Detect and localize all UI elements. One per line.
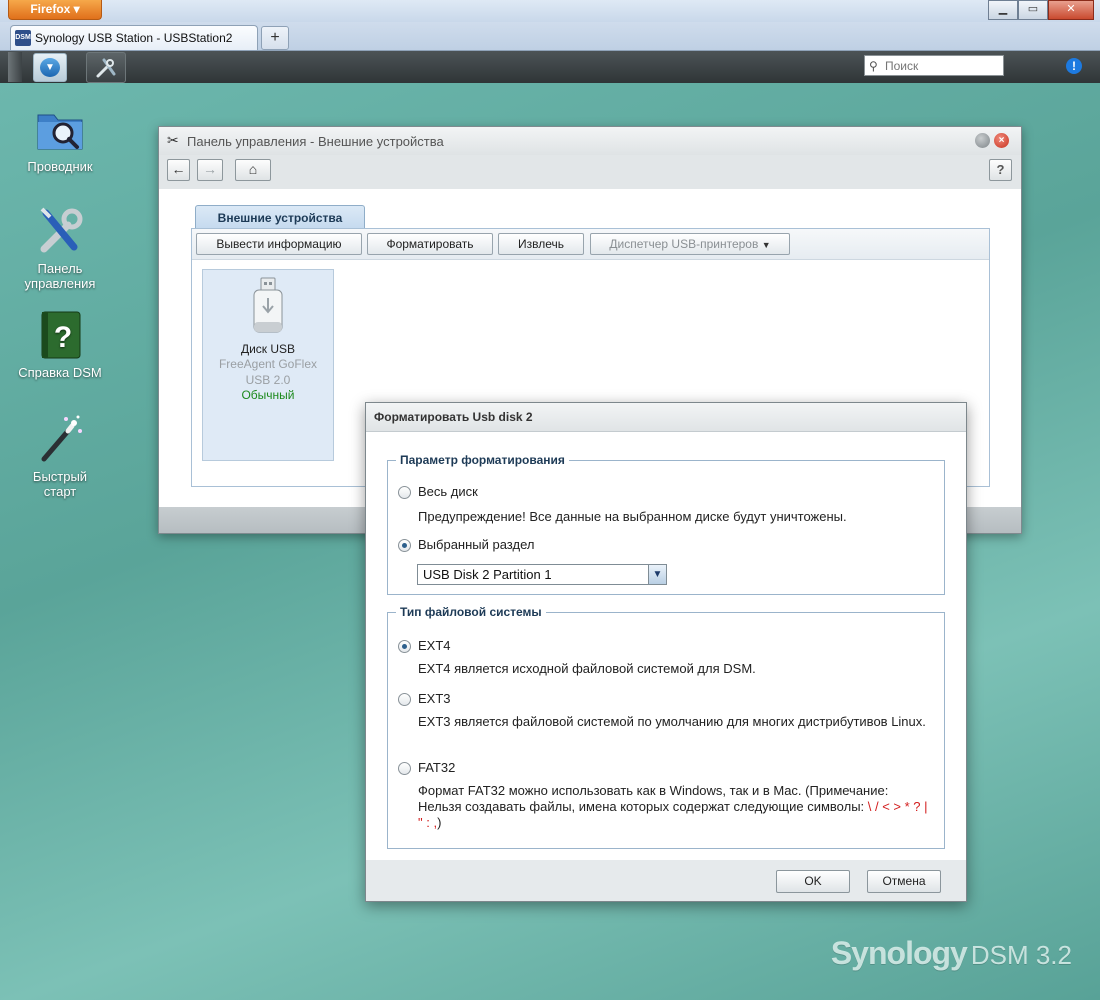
firefox-menu-button[interactable]: Firefox ▾: [8, 0, 102, 20]
browser-tab[interactable]: DSM Synology USB Station - USBStation2: [10, 25, 258, 50]
ext3-radio[interactable]: [398, 693, 411, 706]
selected-partition-label: Выбранный раздел: [418, 537, 535, 552]
format-options-group: Параметр форматирования Весь диск Предуп…: [387, 453, 945, 595]
desktop-icon-control-panel[interactable]: Панель управления: [15, 205, 105, 291]
home-button[interactable]: ⌂: [235, 159, 271, 181]
minimize-window-button[interactable]: [975, 133, 990, 148]
search-input[interactable]: [883, 58, 1002, 73]
brand-version: DSM 3.2: [970, 940, 1072, 970]
whole-disk-radio[interactable]: [398, 486, 411, 499]
close-window-button[interactable]: ×: [994, 133, 1009, 148]
dialog-title: Форматировать Usb disk 2: [374, 410, 533, 424]
help-icon: ?: [34, 309, 86, 361]
tools-icon: [96, 58, 116, 78]
ext3-description: EXT3 является файловой системой по умолч…: [418, 714, 926, 729]
dropdown-arrow-icon: ▼: [761, 240, 771, 250]
ext4-radio[interactable]: [398, 640, 411, 653]
forward-button[interactable]: →: [197, 159, 223, 181]
home-icon: ⌂: [248, 161, 258, 177]
filesystem-legend: Тип файловой системы: [396, 605, 546, 619]
fat32-radio[interactable]: [398, 762, 411, 775]
usb-printer-manager-button[interactable]: Диспетчер USB-принтеров ▼: [590, 233, 790, 255]
device-status: Обычный: [241, 388, 295, 402]
tab-external-devices[interactable]: Внешние устройства: [195, 205, 365, 230]
format-button[interactable]: Форматировать: [367, 233, 493, 255]
close-window-button[interactable]: ✕: [1048, 0, 1094, 20]
ext4-description: EXT4 является исходной файловой системой…: [418, 661, 756, 676]
back-button[interactable]: ←: [167, 159, 190, 181]
dsm-taskbar: ▼ ⚲ !: [0, 51, 1100, 84]
maximize-button[interactable]: ▭: [1018, 0, 1048, 20]
partition-select[interactable]: USB Disk 2 Partition 1 ▼: [417, 564, 667, 585]
eject-button[interactable]: Извлечь: [498, 233, 584, 255]
taskbar-grip: [8, 52, 22, 82]
printer-manager-label: Диспетчер USB-принтеров: [609, 237, 759, 251]
desktop-icon-label: Панель управления: [24, 261, 96, 291]
ext3-label: EXT3: [418, 691, 451, 706]
arrow-right-icon: →: [203, 161, 217, 177]
format-dialog: Форматировать Usb disk 2 Параметр формат…: [365, 402, 967, 902]
filesystem-group: Тип файловой системы EXT4 EXT4 является …: [387, 605, 945, 849]
format-options-legend: Параметр форматирования: [396, 453, 569, 467]
desktop-icon-file-browser[interactable]: Проводник: [15, 103, 105, 174]
usb-device-card[interactable]: Диск USB FreeAgent GoFlex USB 2.0 Обычны…: [202, 269, 334, 461]
dialog-footer: OK Отмена: [366, 860, 966, 901]
selected-partition-radio[interactable]: [398, 539, 411, 552]
window-title: Панель управления - Внешние устройства: [187, 134, 444, 149]
brand-name: Synology: [830, 935, 968, 971]
quick-start-icon: [34, 413, 86, 465]
minimize-button[interactable]: ▁: [988, 0, 1018, 20]
partition-select-value: USB Disk 2 Partition 1: [423, 567, 552, 582]
control-panel-icon: [34, 205, 86, 257]
synology-brand: Synology DSM 3.2: [831, 935, 1072, 972]
usb-drive-icon: [251, 276, 285, 336]
main-menu-button[interactable]: ▼: [33, 53, 67, 82]
chevron-down-icon[interactable]: ▼: [648, 565, 666, 584]
desktop-icon-label: Проводник: [27, 159, 93, 174]
chevron-down-icon: ▼: [40, 58, 60, 77]
file-browser-icon: [34, 103, 86, 155]
tools-icon: ✂: [167, 132, 179, 148]
new-tab-button[interactable]: +: [261, 26, 289, 50]
desktop-icon-quick-start[interactable]: Быстрый старт: [15, 413, 105, 499]
help-button[interactable]: ?: [989, 159, 1012, 181]
desktop-icon-label: Справка DSM: [18, 365, 102, 380]
cancel-button[interactable]: Отмена: [867, 870, 941, 893]
dialog-body: Параметр форматирования Весь диск Предуп…: [366, 432, 966, 860]
desktop-icon-help[interactable]: ? Справка DSM: [15, 309, 105, 380]
whole-disk-warning: Предупреждение! Все данные на выбранном …: [418, 509, 847, 524]
show-info-button[interactable]: Вывести информацию: [196, 233, 362, 255]
fat32-description: Формат FAT32 можно использовать как в Wi…: [418, 783, 930, 831]
browser-titlebar: Firefox ▾ ▁ ▭ ✕: [0, 0, 1100, 22]
dialog-titlebar[interactable]: Форматировать Usb disk 2: [366, 403, 966, 432]
firefox-menu-label: Firefox: [30, 2, 71, 16]
browser-tabbar: DSM Synology USB Station - USBStation2 +: [0, 22, 1100, 51]
tab-title: Synology USB Station - USBStation2: [35, 31, 233, 45]
window-titlebar[interactable]: ✂ Панель управления - Внешние устройства…: [159, 127, 1021, 155]
devices-toolbar: Вывести информацию Форматировать Извлечь…: [192, 229, 989, 260]
whole-disk-label: Весь диск: [418, 484, 478, 499]
dsm-favicon-icon: DSM: [15, 30, 31, 46]
desktop-icon-label: Быстрый старт: [32, 469, 88, 499]
fat32-description-text: Формат FAT32 можно использовать как в Wi…: [418, 783, 889, 814]
notification-icon[interactable]: !: [1066, 58, 1082, 74]
device-name: Диск USB: [240, 342, 296, 356]
fat32-label: FAT32: [418, 760, 456, 775]
fat32-description-end: ): [437, 815, 442, 830]
window-controls: ▁ ▭ ✕: [988, 0, 1094, 20]
svg-text:?: ?: [54, 321, 72, 354]
search-icon: ⚲: [869, 58, 878, 73]
arrow-left-icon: ←: [171, 161, 186, 177]
ext4-label: EXT4: [418, 638, 451, 653]
search-box: ⚲: [864, 55, 1004, 76]
device-model: FreeAgent GoFlex USB 2.0: [218, 357, 318, 387]
control-panel-taskbar-button[interactable]: [86, 52, 126, 83]
ok-button[interactable]: OK: [776, 870, 850, 893]
